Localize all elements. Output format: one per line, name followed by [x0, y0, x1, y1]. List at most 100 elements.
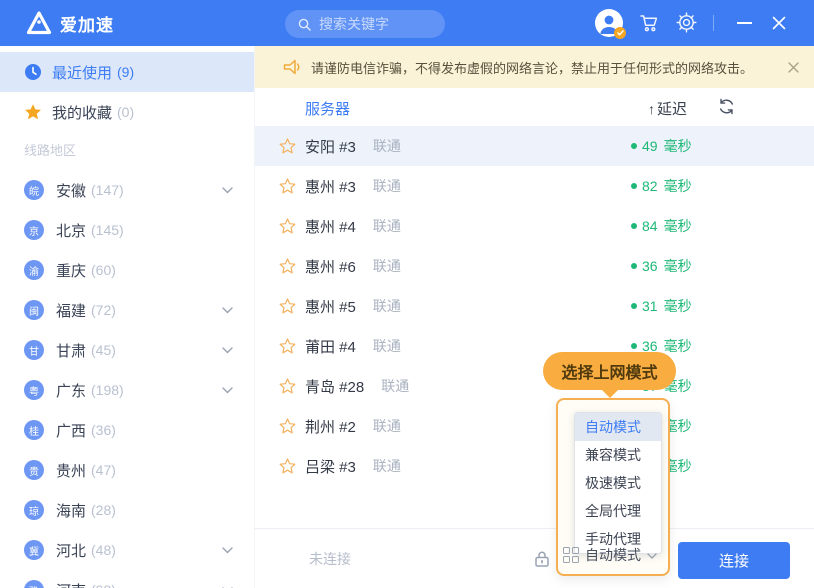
province-badge: 闽 — [24, 300, 44, 320]
server-name: 安阳 #3 — [305, 136, 356, 157]
chevron-down-icon[interactable] — [222, 341, 233, 359]
server-carrier: 联通 — [373, 456, 401, 476]
sidebar-item-label: 最近使用 — [52, 62, 112, 83]
chevron-down-icon[interactable] — [222, 541, 233, 559]
favorite-star-icon[interactable] — [279, 378, 296, 395]
mode-option-compat[interactable]: 兼容模式 — [575, 441, 661, 469]
latency-unit: 毫秒 — [664, 216, 692, 236]
settings-gear-icon[interactable] — [676, 12, 697, 38]
mode-option-global-proxy[interactable]: 全局代理 — [575, 497, 661, 525]
sidebar-region-hebei[interactable]: 冀 河北 (48) — [0, 530, 254, 570]
favorite-star-icon[interactable] — [279, 218, 296, 235]
sidebar-region-henan[interactable]: 豫 河南 (98) — [0, 570, 254, 588]
region-name: 安徽 — [56, 180, 86, 201]
region-name: 河北 — [56, 540, 86, 561]
server-row-5[interactable]: 莆田 #4 联通 36毫秒 — [255, 326, 814, 366]
favorite-star-icon[interactable] — [279, 258, 296, 275]
server-row-0[interactable]: 安阳 #3 联通 49毫秒 — [255, 126, 814, 166]
server-list: 安阳 #3 联通 49毫秒 惠州 #3 联通 82毫秒 惠州 #4 联通 84毫… — [255, 126, 814, 486]
avatar[interactable] — [595, 9, 623, 37]
mode-option-speed[interactable]: 极速模式 — [575, 469, 661, 497]
server-latency: 31毫秒 — [631, 296, 692, 316]
sidebar-region-chongqing[interactable]: 渝 重庆 (60) — [0, 250, 254, 290]
sidebar-item-label: 我的收藏 — [52, 102, 112, 123]
sidebar-region-guangdong[interactable]: 粤 广东 (198) — [0, 370, 254, 410]
sidebar-region-anhui[interactable]: 皖 安徽 (147) — [0, 170, 254, 210]
chevron-down-icon[interactable] — [222, 181, 233, 199]
region-count: (98) — [91, 582, 116, 588]
sidebar-item-count: (0) — [117, 104, 134, 120]
titlebar-divider — [713, 15, 714, 31]
connect-button[interactable]: 连接 — [678, 542, 790, 579]
sidebar-region-guizhou[interactable]: 贵 贵州 (47) — [0, 450, 254, 490]
server-row-7[interactable]: 荆州 #2 联通 37毫秒 — [255, 406, 814, 446]
favorite-star-icon[interactable] — [279, 178, 296, 195]
close-icon — [771, 15, 787, 31]
chevron-down-icon[interactable] — [222, 581, 233, 588]
server-row-2[interactable]: 惠州 #4 联通 84毫秒 — [255, 206, 814, 246]
server-carrier: 联通 — [373, 296, 401, 316]
mode-tooltip: 选择上网模式 — [543, 352, 676, 390]
favorite-star-icon[interactable] — [279, 138, 296, 155]
region-name: 广东 — [56, 380, 86, 401]
region-count: (36) — [91, 422, 116, 438]
latency-unit: 毫秒 — [664, 336, 692, 356]
server-row-8[interactable]: 吕梁 #3 联通 45毫秒 — [255, 446, 814, 486]
sidebar-region-beijing[interactable]: 京 北京 (145) — [0, 210, 254, 250]
latency-dot — [631, 263, 637, 269]
chevron-down-icon[interactable] — [222, 381, 233, 399]
sidebar-region-gansu[interactable]: 甘 甘肃 (45) — [0, 330, 254, 370]
connection-status: 未连接 — [309, 529, 351, 588]
region-name: 海南 — [56, 500, 86, 521]
favorite-star-icon[interactable] — [279, 418, 296, 435]
titlebar: 爱加速 搜索关键字 — [0, 0, 814, 46]
sidebar: 最近使用 (9) 我的收藏 (0) 线路地区 皖 安徽 (147) 京 北京 (… — [0, 46, 255, 588]
chevron-down-icon[interactable] — [222, 301, 233, 319]
search-input[interactable]: 搜索关键字 — [285, 10, 445, 38]
region-name: 重庆 — [56, 260, 86, 281]
region-count: (48) — [91, 542, 116, 558]
server-row-3[interactable]: 惠州 #6 联通 36毫秒 — [255, 246, 814, 286]
clock-icon — [24, 63, 42, 81]
chevron-down-icon — [647, 546, 657, 564]
sidebar-item-favorites[interactable]: 我的收藏 (0) — [0, 92, 254, 132]
mode-tooltip-text: 选择上网模式 — [561, 359, 657, 383]
column-server[interactable]: 服务器 — [305, 98, 350, 119]
region-count: (147) — [91, 182, 124, 198]
refresh-icon[interactable] — [718, 98, 735, 120]
sidebar-region-guangxi[interactable]: 桂 广西 (36) — [0, 410, 254, 450]
province-badge: 桂 — [24, 420, 44, 440]
column-latency-sort[interactable]: ↑延迟 — [648, 98, 687, 119]
server-name: 吕梁 #3 — [305, 456, 356, 477]
notice-close-icon[interactable] — [785, 59, 801, 75]
region-name: 贵州 — [56, 460, 86, 481]
sidebar-region-hainan[interactable]: 琼 海南 (28) — [0, 490, 254, 530]
megaphone-icon — [283, 59, 301, 75]
server-row-6[interactable]: 青岛 #28 联通 37毫秒 — [255, 366, 814, 406]
latency-value: 36 — [642, 258, 658, 274]
province-badge: 琼 — [24, 500, 44, 520]
mode-select[interactable]: 自动模式 — [563, 545, 657, 565]
sidebar-item-recent[interactable]: 最近使用 (9) — [0, 52, 254, 92]
region-name: 河南 — [56, 580, 86, 588]
cart-icon[interactable] — [639, 13, 660, 38]
mode-dropdown-list: 自动模式 兼容模式 极速模式 全局代理 手动代理 — [574, 412, 662, 554]
region-name: 广西 — [56, 420, 86, 441]
region-count: (28) — [91, 502, 116, 518]
sidebar-region-fujian[interactable]: 闽 福建 (72) — [0, 290, 254, 330]
favorite-star-icon[interactable] — [279, 458, 296, 475]
server-row-1[interactable]: 惠州 #3 联通 82毫秒 — [255, 166, 814, 206]
sidebar-section-label: 线路地区 — [0, 132, 254, 170]
minimize-button[interactable] — [727, 0, 761, 46]
province-badge: 贵 — [24, 460, 44, 480]
close-button[interactable] — [762, 0, 796, 46]
favorite-star-icon[interactable] — [279, 338, 296, 355]
lock-icon[interactable] — [532, 549, 552, 574]
mode-option-auto[interactable]: 自动模式 — [575, 413, 661, 441]
notice-text: 请谨防电信诈骗，不得发布虚假的网络言论，禁止用于任何形式的网络攻击。 — [311, 58, 753, 77]
server-carrier: 联通 — [373, 416, 401, 436]
favorite-star-icon[interactable] — [279, 298, 296, 315]
server-list-header: 服务器 ↑延迟 — [255, 88, 814, 126]
server-row-4[interactable]: 惠州 #5 联通 31毫秒 — [255, 286, 814, 326]
region-name: 北京 — [56, 220, 86, 241]
